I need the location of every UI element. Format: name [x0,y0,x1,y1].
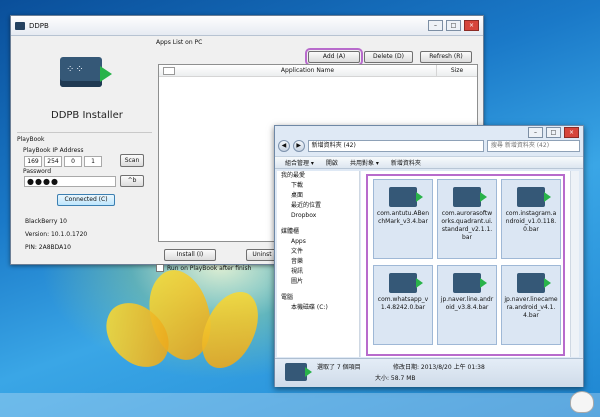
ip-label: PlayBook IP Address [23,147,84,154]
ip-octet-1[interactable]: 169 [24,156,42,167]
nav-dropbox[interactable]: Dropbox [277,211,359,221]
nav-favorites[interactable]: 我的最愛 [277,171,359,181]
nav-apps[interactable]: Apps [277,237,359,247]
close-button[interactable]: × [564,127,579,138]
close-button[interactable]: × [464,20,479,31]
status-date: 修改日期: 2013/8/20 上午 01:38 [393,364,485,371]
ip-octet-2[interactable]: 254 [44,156,62,167]
file-name: com.instagram.android_v1.0.118.0.bar [505,210,557,233]
bar-file-icon [285,363,312,381]
blackberry-logo-icon: ⁘⁘ [60,57,112,87]
bar-file-icon [389,273,423,293]
add-button[interactable]: Add (A) [305,48,363,66]
details-pane: 選取了 7 個項目 修改日期: 2013/8/20 上午 01:38 大小: 5… [275,358,583,387]
app-icon [15,21,25,30]
password-label: Password [23,168,52,175]
file-item[interactable]: com.instagram.android_v1.0.118.0.bar [501,179,561,259]
path-field[interactable]: 新增資料夾 (42) [307,140,484,152]
device-panel: ⁘⁘ DDPB Installer PlayBook PlayBook IP A… [17,38,152,261]
bar-file-icon [517,273,551,293]
col-application-name[interactable]: Application Name [179,65,436,76]
scan-button[interactable]: Scan [120,154,144,167]
ip-address-field[interactable]: 169 254 0 1 [24,156,102,167]
nav-recent[interactable]: 最近的位置 [277,201,359,211]
file-item[interactable]: com.antutu.ABenchMark_v3.4.bar [373,179,433,259]
window-title: DDPB [29,21,49,30]
open-button[interactable]: 開啟 [326,158,338,167]
os-version: Version: 10.1.0.1720 [25,231,88,238]
refresh-button[interactable]: Refresh (R) [420,51,472,63]
nav-computer[interactable]: 電腦 [277,293,359,303]
install-button[interactable]: Install (I) [164,249,216,261]
explorer-titlebar[interactable]: – □ × [275,126,583,138]
file-item[interactable]: com.whatsapp_v1.4.8242.0.bar [373,265,433,345]
address-bar: ◀ ▶ 新增資料夾 (42) 搜尋 新增資料夾 (42) [278,139,581,153]
installer-title: DDPB Installer [51,110,123,121]
navigation-pane: 我的最愛 下載 桌面 最近的位置 Dropbox 媒體櫃 Apps 文件 音樂 … [277,171,360,357]
col-size[interactable]: Size [436,65,477,76]
file-name: com.aurorasoftworks.quadrant.ui.standard… [441,210,493,241]
ip-octet-3[interactable]: 0 [64,156,82,167]
minimize-button[interactable]: – [428,20,443,31]
vertical-scrollbar[interactable] [570,171,579,357]
file-view[interactable]: com.antutu.ABenchMark_v3.4.bar com.auror… [361,171,579,357]
search-field[interactable]: 搜尋 新增資料夾 (42) [486,140,581,152]
file-name: com.whatsapp_v1.4.8242.0.bar [377,296,429,311]
playbook-group-label: PlayBook [17,132,152,143]
reveal-password-button[interactable]: ^b [120,175,144,187]
nav-videos[interactable]: 視訊 [277,267,359,277]
ip-octet-4[interactable]: 1 [84,156,102,167]
nav-documents[interactable]: 文件 [277,247,359,257]
organize-menu[interactable]: 組合管理 ▾ [285,158,314,167]
explorer-window: – □ × ◀ ▶ 新增資料夾 (42) 搜尋 新增資料夾 (42) 組合管理 … [274,125,584,387]
new-folder-button[interactable]: 新增資料夾 [391,158,421,167]
password-field[interactable]: ●●●● [24,176,116,187]
nav-desktop[interactable]: 桌面 [277,191,359,201]
file-name: jp.naver.linecamera.android_v4.1.4.bar [504,296,558,319]
delete-button[interactable]: Delete (D) [364,51,413,63]
ddpb-titlebar[interactable]: DDPB – □ × [11,16,483,36]
minimize-button[interactable]: – [528,127,543,138]
list-header: Application Name Size [159,65,477,77]
forward-icon[interactable]: ▶ [292,140,305,152]
status-size: 大小: 58.7 MB [375,375,416,382]
back-icon[interactable]: ◀ [278,140,290,152]
bar-file-icon [389,187,423,207]
run-label: Run on PlayBook after finish [167,264,252,272]
share-menu[interactable]: 共用對象 ▾ [350,158,379,167]
select-all-checkbox[interactable] [163,67,175,75]
run-checkbox[interactable] [156,264,164,272]
maximize-button[interactable]: □ [546,127,561,138]
nav-pictures[interactable]: 圖片 [277,277,359,287]
command-bar: 組合管理 ▾ 開啟 共用對象 ▾ 新增資料夾 [275,156,583,169]
run-after-finish[interactable]: Run on PlayBook after finish [156,264,251,272]
nav-local-disk[interactable]: 本機磁碟 (C:) [277,303,359,313]
nav-libraries[interactable]: 媒體櫃 [277,227,359,237]
bar-file-icon [453,273,487,293]
status-selected: 選取了 7 個項目 [317,364,361,371]
file-item[interactable]: com.aurorasoftworks.quadrant.ui.standard… [437,179,497,259]
taskbar [0,393,600,417]
file-item[interactable]: jp.naver.line.android_v3.8.4.bar [437,265,497,345]
file-name: com.antutu.ABenchMark_v3.4.bar [376,210,430,225]
device-pin: PIN: 2A8BDA10 [25,244,71,251]
bar-file-icon [453,187,487,207]
file-name: jp.naver.line.android_v3.8.4.bar [440,296,494,311]
nav-music[interactable]: 音樂 [277,257,359,267]
device-model: BlackBerry 10 [25,218,67,225]
bar-file-icon [517,187,551,207]
maximize-button[interactable]: □ [446,20,461,31]
mascot-icon [570,391,594,413]
nav-downloads[interactable]: 下載 [277,181,359,191]
connected-button[interactable]: Connected (C) [57,194,115,206]
apps-list-label: Apps List on PC [156,39,203,46]
file-item[interactable]: jp.naver.linecamera.android_v4.1.4.bar [501,265,561,345]
